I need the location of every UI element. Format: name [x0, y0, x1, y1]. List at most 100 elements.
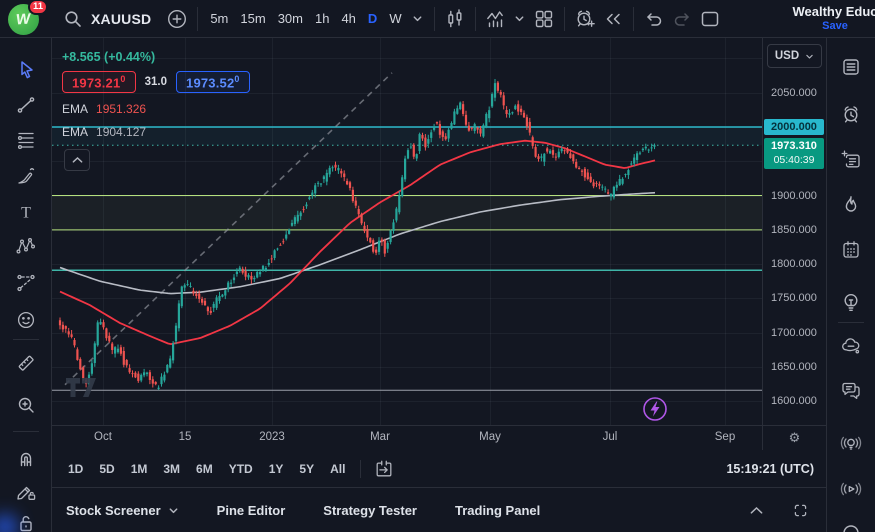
alerts-button[interactable] [838, 101, 864, 127]
cursor-arrow-icon [20, 61, 33, 79]
last-price-label[interactable]: 1973.310 05:40:39 [764, 138, 824, 170]
price-axis[interactable]: USD 2050.000 1900.000 1850.000 1800.000 1750… [762, 38, 826, 425]
time-label-2023[interactable]: 2023 [259, 431, 285, 443]
hotlists-button[interactable] [838, 192, 864, 218]
time-label-oct[interactable]: Oct [94, 431, 112, 443]
flame-icon [845, 196, 857, 212]
create-alert-button[interactable] [571, 5, 599, 33]
event-marker-lightning[interactable] [642, 396, 668, 422]
chat-button[interactable] [838, 377, 864, 403]
panel-tab-stock-screener[interactable]: Stock Screener [66, 503, 179, 518]
measure-tool[interactable] [13, 350, 39, 376]
magnet-tool[interactable] [13, 445, 39, 471]
drawing-toolbar: T [0, 38, 52, 532]
ema-slow-legend-row[interactable]: EMA 1904.127 [62, 124, 250, 139]
settings-gear-icon[interactable]: ⚙ [789, 431, 801, 446]
panel-tab-strategy-tester[interactable]: Strategy Tester [323, 503, 417, 518]
layout-grid-button[interactable] [530, 5, 558, 33]
range-6m[interactable]: 6M [190, 458, 219, 480]
currency-selector[interactable]: USD [767, 44, 822, 68]
interval-5m[interactable]: 5m [204, 7, 234, 30]
indicators-button[interactable] [482, 5, 510, 33]
streams-button[interactable] [838, 476, 864, 502]
forecast-tool[interactable] [13, 270, 39, 296]
layout-name[interactable]: Wealthy Educ [789, 5, 875, 20]
buy-price-button[interactable]: 1973.520 [176, 71, 250, 94]
interval-1h[interactable]: 1h [309, 7, 335, 30]
time-label-sep[interactable]: Sep [715, 431, 735, 443]
time-label-15[interactable]: 15 [179, 431, 192, 443]
chevron-down-icon [169, 507, 178, 513]
range-1y[interactable]: 1Y [263, 458, 290, 480]
chart-style-button[interactable] [441, 5, 469, 33]
price-tick-1750: 1750.000 [771, 292, 817, 305]
chart-legend: +8.565 (+0.44%) 1973.210 31.0 1973.520 E… [62, 50, 250, 139]
brush-tool[interactable] [13, 163, 39, 189]
range-all[interactable]: All [324, 458, 351, 480]
redo-arrow-icon [674, 12, 689, 26]
emoji-tool[interactable] [13, 307, 39, 333]
divider [838, 322, 864, 323]
time-label-may[interactable]: May [479, 431, 501, 443]
panel-tab-trading-panel[interactable]: Trading Panel [455, 503, 540, 518]
level-price-label[interactable]: 2000.000 [764, 119, 824, 135]
publish-button[interactable] [696, 5, 724, 33]
indicator-templates-button[interactable] [510, 5, 530, 33]
panel-expand-button[interactable] [742, 496, 770, 524]
text-tool[interactable]: T [13, 199, 39, 225]
redo-button[interactable] [668, 5, 696, 33]
time-label-mar[interactable]: Mar [370, 431, 390, 443]
time-axis-row: Oct 15 2023 Mar May Jul Sep ⚙ [52, 425, 826, 450]
legend-collapse-button[interactable] [64, 149, 90, 171]
cursor-tool[interactable] [13, 57, 39, 83]
time-label-jul[interactable]: Jul [603, 431, 618, 443]
account-logo[interactable]: W 11 [8, 0, 48, 36]
live-ideas-button[interactable] [838, 430, 864, 456]
time-axis[interactable]: Oct 15 2023 Mar May Jul Sep [52, 426, 762, 450]
ema-fast-legend-row[interactable]: EMA 1951.326 [62, 101, 250, 116]
divider [433, 6, 435, 31]
trend-line-tool[interactable] [13, 92, 39, 118]
sell-price-button[interactable]: 1973.210 [62, 71, 136, 94]
interval-dropdown-button[interactable] [408, 5, 428, 33]
panel-tab-pine-editor[interactable]: Pine Editor [217, 503, 286, 518]
ideas-button[interactable] [838, 289, 864, 315]
notification-badge: 11 [27, 0, 48, 15]
interval-4h[interactable]: 4h [335, 7, 361, 30]
interval-30m[interactable]: 30m [272, 7, 309, 30]
watchlist-button[interactable] [838, 54, 864, 80]
fib-retracement-tool[interactable] [13, 127, 39, 153]
play-waves-icon [840, 482, 862, 496]
more-panel-button[interactable] [838, 509, 864, 532]
divider [563, 6, 565, 31]
range-ytd[interactable]: YTD [223, 458, 259, 480]
compare-add-symbol-button[interactable] [163, 5, 191, 33]
interval-w[interactable]: W [383, 7, 407, 30]
minds-button[interactable] [838, 333, 864, 359]
clock-utc[interactable]: 15:19:21 (UTC) [726, 462, 814, 476]
interval-d[interactable]: D [362, 7, 383, 30]
undo-button[interactable] [640, 5, 668, 33]
goto-date-button[interactable] [370, 455, 398, 483]
notes-button[interactable] [838, 147, 864, 173]
range-1m[interactable]: 1M [125, 458, 154, 480]
drawing-lock-tool[interactable] [13, 478, 39, 504]
zoom-in-tool[interactable] [13, 392, 39, 418]
tradingview-app: W 11 XAUUSD 5m 15m 30m 1h 4h D W Wealthy… [0, 0, 875, 532]
interval-15m[interactable]: 15m [234, 7, 271, 30]
range-group: 1D 5D 1M 3M 6M YTD 1Y 5Y All [62, 458, 351, 480]
panel-maximize-button[interactable] [786, 496, 814, 524]
calendar-button[interactable] [838, 237, 864, 263]
symbol-search[interactable]: XAUUSD [56, 4, 157, 34]
range-5y[interactable]: 5Y [293, 458, 320, 480]
divider [12, 339, 39, 340]
bar-replay-button[interactable] [599, 5, 627, 33]
chart-area[interactable]: +8.565 (+0.44%) 1973.210 31.0 1973.520 E… [52, 38, 762, 425]
range-3m[interactable]: 3M [157, 458, 186, 480]
alarm-clock-icon [844, 106, 858, 123]
save-button[interactable]: Save [789, 20, 875, 33]
range-5d[interactable]: 5D [93, 458, 120, 480]
range-1d[interactable]: 1D [62, 458, 89, 480]
xabcd-pattern-tool[interactable] [13, 234, 39, 260]
chevron-down-icon [806, 54, 813, 59]
